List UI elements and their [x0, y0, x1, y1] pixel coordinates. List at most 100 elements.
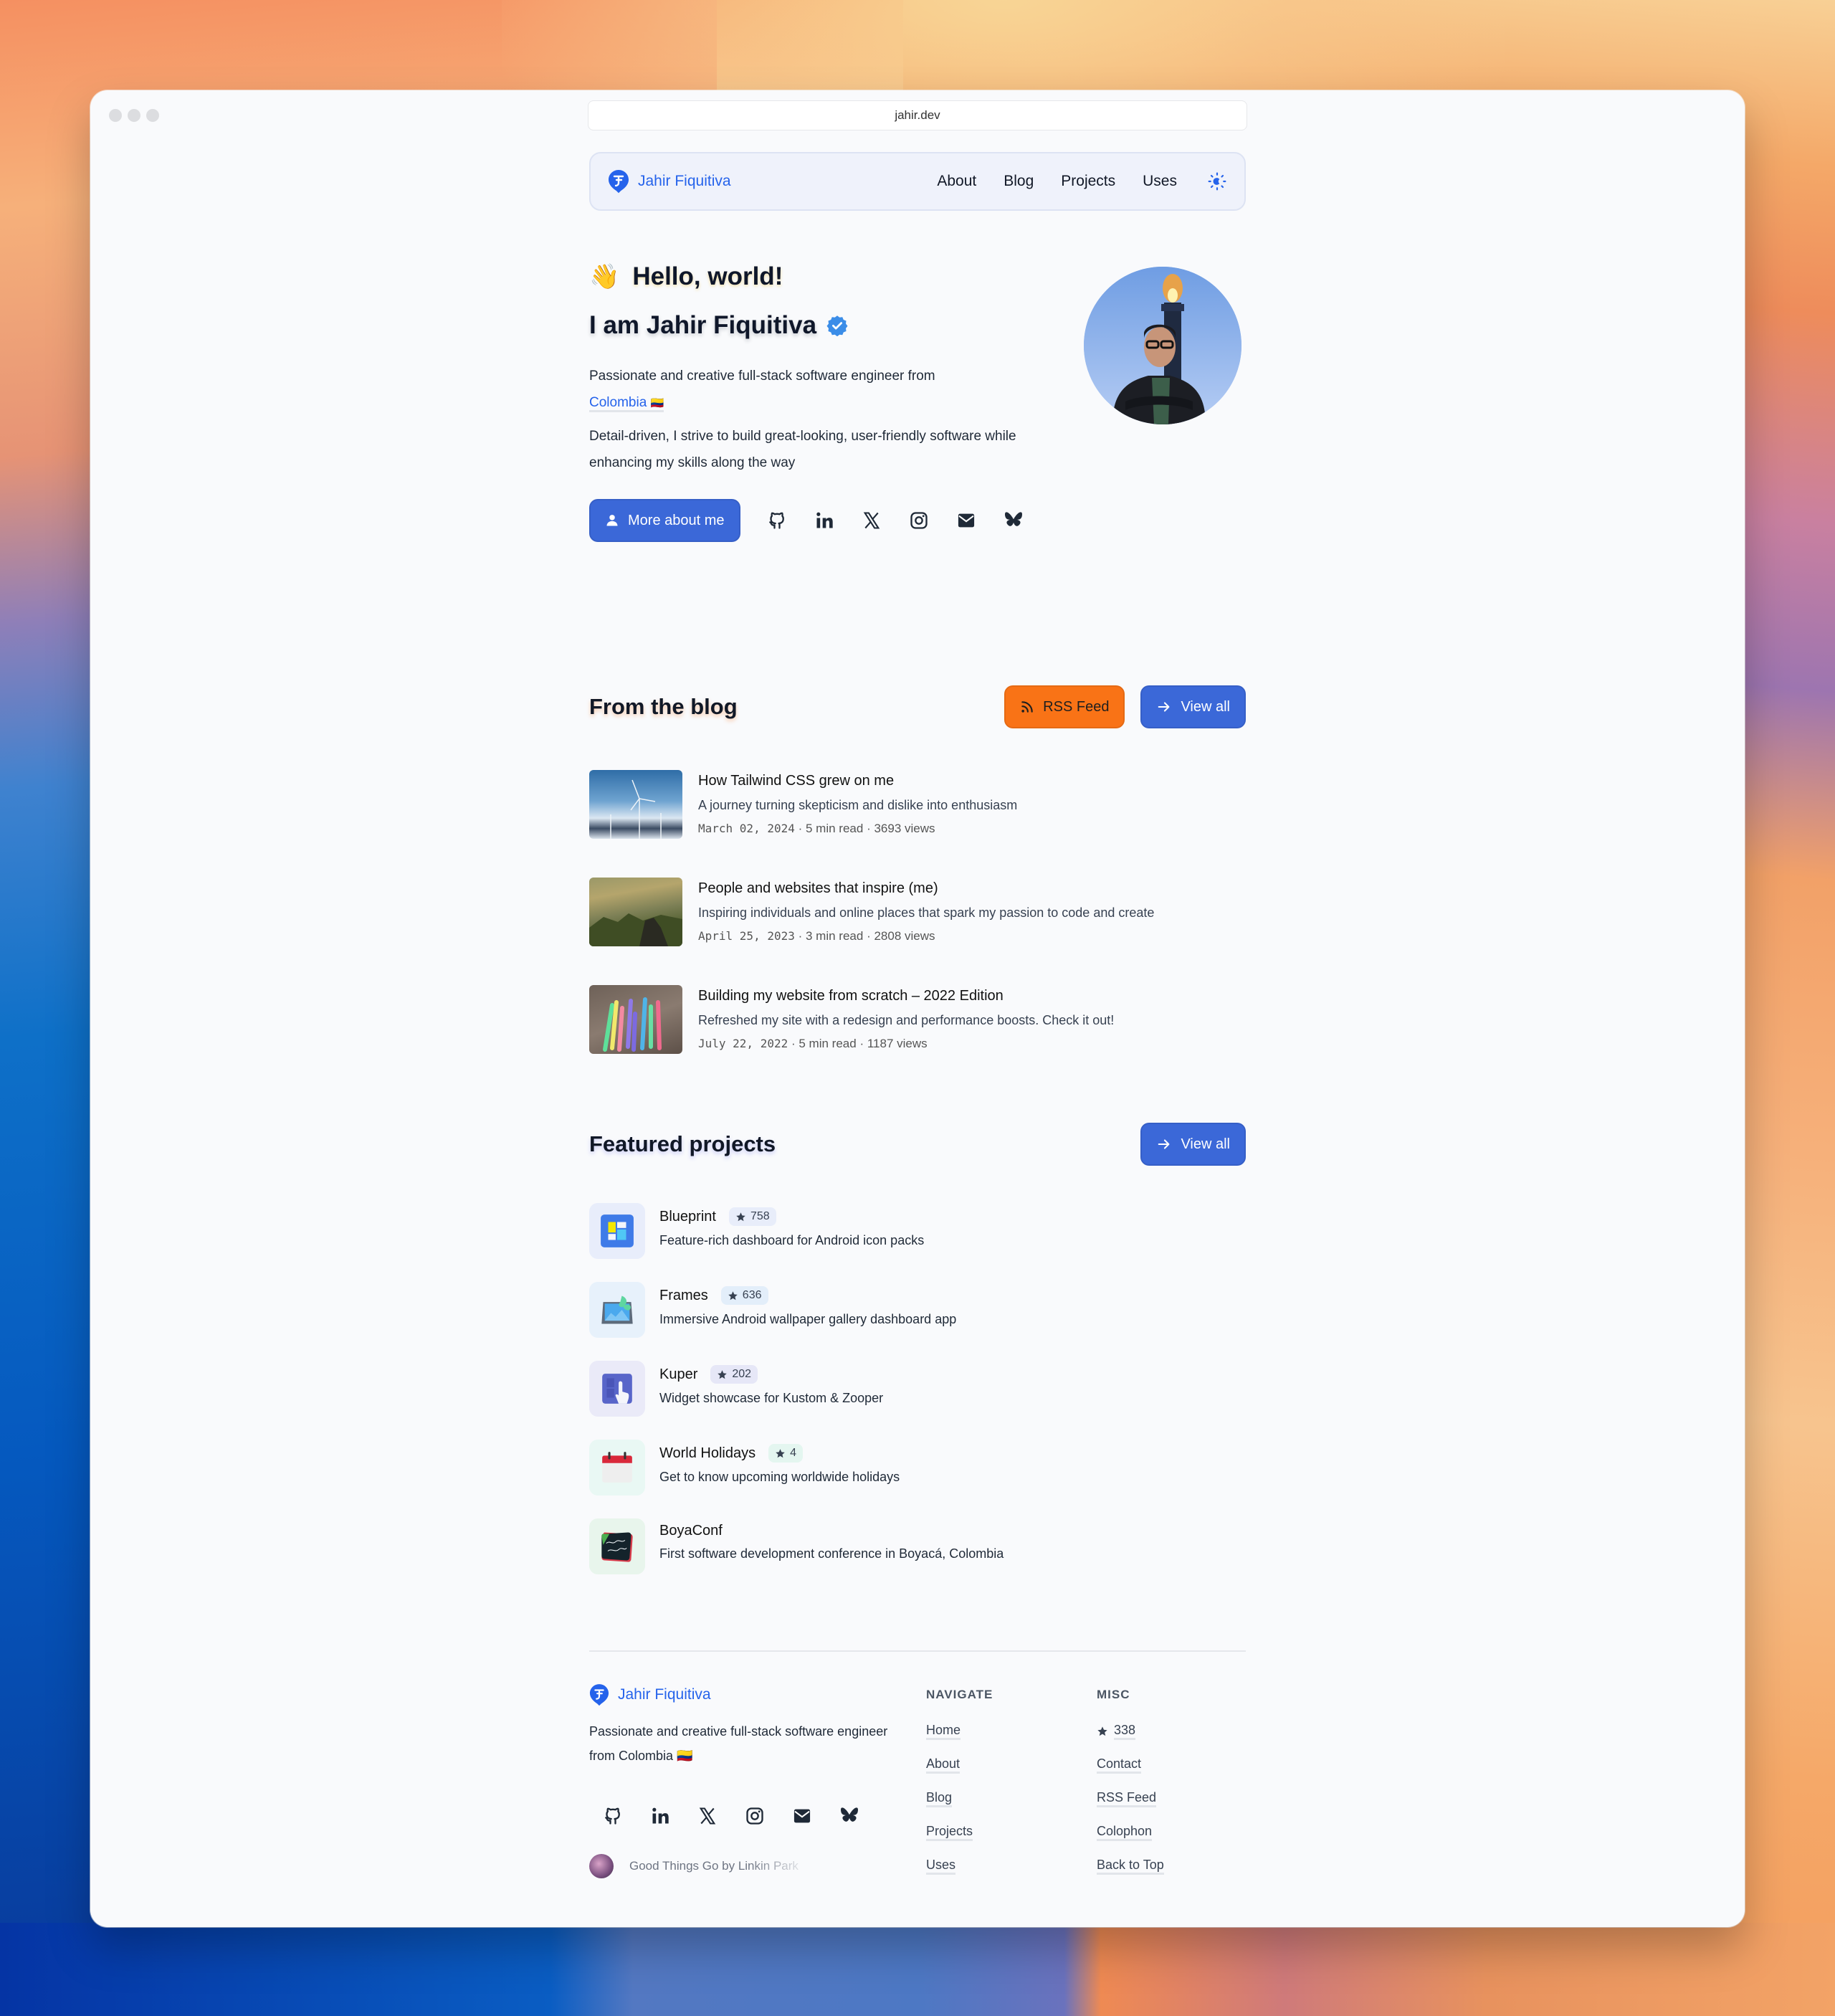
arrow-right-icon	[1158, 702, 1170, 712]
footer-link-contact[interactable]: Contact	[1097, 1756, 1142, 1774]
project-stars-badge: 636	[720, 1286, 768, 1305]
meta-separator: ·	[867, 929, 871, 943]
footer-link-colophon[interactable]: Colophon	[1097, 1823, 1153, 1841]
instagram-link[interactable]	[741, 1802, 768, 1830]
email-link[interactable]	[788, 1802, 816, 1830]
footer-link-uses[interactable]: Uses	[926, 1857, 956, 1875]
projects-actions: View all	[1140, 1123, 1246, 1166]
minimize-window-button[interactable]	[128, 109, 140, 122]
x-icon	[699, 1807, 716, 1825]
rss-feed-label: RSS Feed	[1043, 698, 1110, 715]
meta-separator: ·	[791, 1037, 796, 1050]
projects-view-all-button[interactable]: View all	[1140, 1123, 1246, 1166]
github-link[interactable]	[599, 1802, 626, 1830]
post-title: Building my website from scratch – 2022 …	[698, 988, 1004, 1004]
footer-link-rss-feed[interactable]: RSS Feed	[1097, 1789, 1157, 1807]
bluesky-link[interactable]	[836, 1802, 863, 1830]
footer-link-about[interactable]: About	[926, 1756, 961, 1774]
post-date: July 22, 2022	[698, 1037, 788, 1050]
instagram-link[interactable]	[905, 507, 933, 534]
calendar-app-icon	[602, 1452, 632, 1483]
kuper-app-icon	[602, 1374, 632, 1404]
github-icon	[605, 1807, 620, 1825]
footer-brand-link[interactable]: Jahir Fiquitiva	[589, 1683, 711, 1706]
email-link[interactable]	[953, 507, 980, 534]
project-name: BoyaConf	[659, 1523, 723, 1539]
nav-link-uses[interactable]: Uses	[1143, 173, 1177, 190]
maximize-window-button[interactable]	[146, 109, 159, 122]
footer-link-back-to-top[interactable]: Back to Top	[1097, 1857, 1164, 1875]
footer-link-blog[interactable]: Blog	[926, 1789, 953, 1807]
post-thumbnail	[589, 878, 682, 946]
projects-heading: Featured projects	[589, 1131, 776, 1156]
colombia-link-label: Colombia	[589, 395, 647, 410]
brand-link[interactable]: Jahir Fiquitiva	[608, 169, 731, 194]
blog-view-all-button[interactable]: View all	[1140, 685, 1246, 728]
project-item[interactable]: Kuper 202 Widget showcase for Kustom & Z…	[589, 1361, 1246, 1417]
close-window-button[interactable]	[109, 109, 122, 122]
project-description: Immersive Android wallpaper gallery dash…	[659, 1312, 957, 1326]
frames-app-icon	[601, 1295, 633, 1324]
nav-link-projects[interactable]: Projects	[1061, 173, 1115, 190]
projects-view-all-label: View all	[1181, 1136, 1230, 1152]
colored-chalk-image	[603, 997, 662, 1052]
project-icon-tile	[589, 1518, 645, 1574]
project-stars-count: 758	[750, 1210, 770, 1222]
project-stars-badge: 758	[728, 1207, 776, 1226]
nav-link-blog[interactable]: Blog	[1004, 173, 1034, 190]
footer-link-projects[interactable]: Projects	[926, 1823, 973, 1841]
project-name: World Holidays	[659, 1445, 756, 1461]
star-icon	[1097, 1726, 1107, 1736]
blog-heading: From the blog	[589, 694, 738, 719]
name-heading: I am Jahir Fiquitiva	[589, 311, 817, 339]
hero-actions: More about me	[589, 499, 1027, 542]
post-description: A journey turning skepticism and dislike…	[698, 798, 1018, 812]
address-bar[interactable]: jahir.dev	[588, 100, 1247, 130]
meta-separator: ·	[859, 1037, 864, 1050]
colombia-link[interactable]: Colombia 🇨🇴	[589, 395, 664, 412]
blog-view-all-label: View all	[1181, 698, 1230, 715]
post-thumbnail	[589, 985, 682, 1054]
star-icon	[736, 1212, 745, 1221]
boyaconf-app-icon	[601, 1532, 633, 1562]
footer-link-home[interactable]: Home	[926, 1722, 961, 1740]
more-about-me-button[interactable]: More about me	[589, 499, 740, 542]
project-item[interactable]: BoyaConf First software development conf…	[589, 1518, 1246, 1574]
project-item[interactable]: World Holidays 4 Get to know upcoming wo…	[589, 1440, 1246, 1496]
blog-post-item[interactable]: People and websites that inspire (me) In…	[589, 878, 1246, 948]
project-item[interactable]: Frames 636 Immersive Android wallpaper g…	[589, 1282, 1246, 1338]
project-icon-tile	[589, 1282, 645, 1338]
x-link[interactable]	[858, 507, 885, 534]
bluesky-link[interactable]	[1000, 507, 1027, 534]
post-read-time: 3 min read	[806, 929, 864, 943]
github-link[interactable]	[763, 507, 791, 534]
repo-stars-link[interactable]: 338	[1114, 1722, 1136, 1740]
linkedin-link[interactable]	[647, 1802, 674, 1830]
meta-separator: ·	[798, 929, 803, 943]
x-link[interactable]	[694, 1802, 721, 1830]
project-icon-tile	[589, 1361, 645, 1417]
now-playing[interactable]: Good Things Go by Linkin Park	[589, 1854, 799, 1878]
nav-link-about[interactable]: About	[937, 173, 976, 190]
rss-icon	[1021, 701, 1033, 713]
blog-actions: RSS Feed View all	[1004, 685, 1246, 728]
project-icon-tile	[589, 1203, 645, 1259]
linkedin-icon	[652, 1807, 669, 1824]
star-icon	[776, 1448, 785, 1458]
project-stars-badge: 202	[710, 1365, 758, 1384]
meta-separator: ·	[798, 822, 803, 835]
post-date: April 25, 2023	[698, 929, 795, 943]
theme-toggle-button[interactable]	[1207, 171, 1227, 191]
post-title: People and websites that inspire (me)	[698, 880, 938, 896]
project-item[interactable]: Blueprint 758 Feature-rich dashboard for…	[589, 1203, 1246, 1259]
blog-post-item[interactable]: How Tailwind CSS grew on me A journey tu…	[589, 770, 1246, 840]
album-art	[589, 1854, 614, 1878]
blog-post-item[interactable]: Building my website from scratch – 2022 …	[589, 985, 1246, 1055]
window-controls	[109, 109, 159, 122]
bio-text: Passionate and creative full-stack softw…	[589, 369, 935, 384]
blog-section-header: From the blog RSS Feed View all	[589, 685, 1246, 728]
project-description: First software development conference in…	[659, 1546, 1004, 1561]
rss-feed-button[interactable]: RSS Feed	[1004, 685, 1125, 728]
linkedin-link[interactable]	[811, 507, 838, 534]
site-header: Jahir Fiquitiva About Blog Projects Uses	[589, 152, 1246, 211]
